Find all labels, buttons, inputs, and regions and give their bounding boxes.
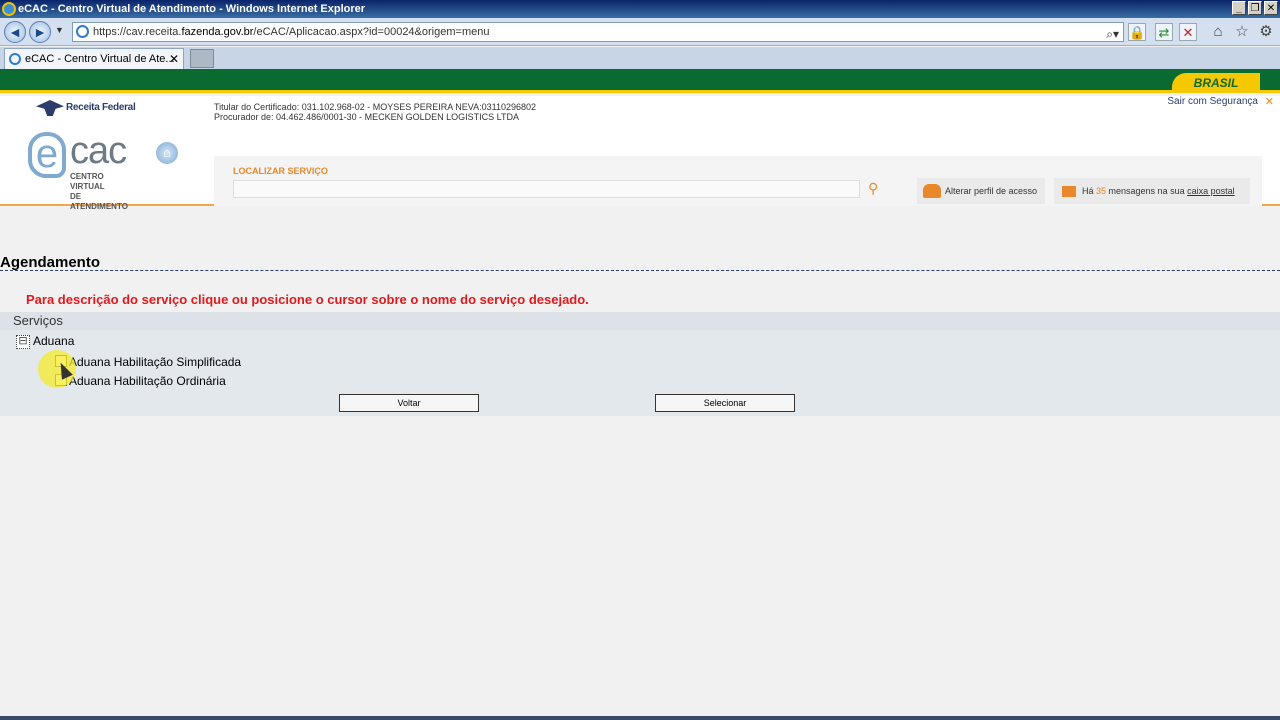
certificate-info: Titular do Certificado: 031.102.968-02 -…: [214, 102, 536, 122]
new-tab-button[interactable]: [190, 49, 214, 68]
receita-federal-logo[interactable]: Receita Federal: [36, 100, 136, 116]
service-item-ordinaria[interactable]: Aduana Habilitação Ordinária: [69, 374, 226, 388]
logout-close-icon[interactable]: ✕: [1265, 95, 1274, 108]
ecac-subtitle-line2: DE ATENDIMENTO: [70, 192, 128, 211]
ie-logo-icon: [2, 2, 16, 16]
home-icon[interactable]: ⌂: [156, 142, 178, 164]
site-header: Receita Federal e cac CENTRO VIRTUAL DE …: [0, 95, 1280, 211]
ecac-subtitle: CENTRO VIRTUAL DE ATENDIMENTO: [70, 172, 138, 212]
tree-collapse-toggle[interactable]: ⊟: [16, 335, 30, 349]
window-title-bar: eCAC - Centro Virtual de Atendimento - W…: [0, 0, 1280, 18]
window-title: eCAC - Centro Virtual de Atendimento - W…: [18, 3, 366, 15]
messages-count: 35: [1096, 186, 1107, 196]
address-bar[interactable]: https://cav.receita.fazenda.gov.br/eCAC/…: [72, 22, 1124, 42]
settings-gear-icon[interactable]: ⚙: [1257, 23, 1275, 41]
change-profile-button[interactable]: Alterar perfil de acesso: [917, 178, 1045, 204]
tree-node-aduana[interactable]: Aduana: [33, 334, 74, 348]
messages-text: mensagens na sua: [1106, 186, 1188, 196]
refresh-icon[interactable]: ⇄: [1155, 23, 1173, 41]
tab-title: eCAC - Centro Virtual de Ate...: [25, 53, 175, 65]
page-globe-icon: [76, 25, 89, 38]
address-search-icon[interactable]: ⌕▾: [1106, 25, 1119, 43]
lock-icon[interactable]: 🔒: [1128, 23, 1146, 41]
envelope-icon: [1062, 186, 1076, 197]
search-input[interactable]: [233, 180, 860, 198]
ecac-cac-text: cac: [70, 130, 127, 172]
back-button-voltar[interactable]: Voltar: [339, 394, 479, 412]
service-item-simplificada[interactable]: Aduana Habilitação Simplificada: [69, 355, 241, 369]
url-domain: fazenda.gov.br: [181, 26, 254, 38]
home-toolbar-icon[interactable]: ⌂: [1209, 23, 1227, 41]
receita-eagle-icon: [36, 100, 64, 116]
receita-label: Receita Federal: [66, 102, 136, 113]
ecac-e-mark: e: [28, 132, 66, 178]
back-button[interactable]: ◄: [4, 21, 26, 43]
page-title: Agendamento: [0, 254, 101, 271]
ecac-subtitle-line1: CENTRO VIRTUAL: [70, 172, 105, 191]
ecac-logo[interactable]: e cac CENTRO VIRTUAL DE ATENDIMENTO: [28, 130, 138, 211]
browser-tab[interactable]: eCAC - Centro Virtual de Ate... ✕: [4, 48, 184, 69]
brasil-badge[interactable]: BRASIL: [1172, 73, 1260, 93]
tab-globe-icon: [9, 53, 21, 65]
forward-button[interactable]: ►: [29, 21, 51, 43]
services-header: Serviços: [0, 312, 1280, 330]
favorites-star-icon[interactable]: ☆: [1233, 23, 1251, 41]
url-path: /eCAC/Aplicacao.aspx?id=00024&origem=men…: [253, 26, 490, 38]
history-dropdown-icon[interactable]: ▼: [55, 25, 64, 35]
window-bottom-border: [0, 716, 1280, 720]
gov-green-bar: BRASIL: [0, 69, 1280, 93]
maximize-button[interactable]: ❐: [1248, 1, 1262, 15]
people-icon: [923, 184, 941, 198]
logout-link[interactable]: Sair com Segurança: [1167, 96, 1258, 107]
procurador-info: Procurador de: 04.462.486/0001-30 - MECK…: [214, 112, 519, 122]
instruction-text: Para descrição do serviço clique ou posi…: [26, 292, 589, 307]
tab-close-icon[interactable]: ✕: [169, 49, 179, 69]
service-search-panel: LOCALIZAR SERVIÇO ⚲ Alterar perfil de ac…: [214, 156, 1262, 206]
close-window-button[interactable]: ✕: [1264, 1, 1278, 15]
services-panel: Serviços ⊟ Aduana Aduana Habilitação Sim…: [0, 312, 1280, 416]
search-icon[interactable]: ⚲: [868, 180, 884, 196]
minimize-button[interactable]: _: [1232, 1, 1246, 15]
url-prefix: https://cav.receita.: [93, 26, 182, 38]
stop-icon[interactable]: ✕: [1179, 23, 1197, 41]
certificate-holder: Titular do Certificado: 031.102.968-02 -…: [214, 102, 537, 112]
tab-bar: eCAC - Centro Virtual de Ate... ✕: [0, 47, 1280, 69]
change-profile-label: Alterar perfil de acesso: [945, 186, 1038, 196]
title-divider: [0, 270, 1280, 271]
search-label: LOCALIZAR SERVIÇO: [233, 166, 328, 176]
messages-prefix: Há: [1082, 186, 1097, 196]
navigation-bar: ◄ ► ▼ https://cav.receita.fazenda.gov.br…: [0, 18, 1280, 46]
messages-notice: Há 35 mensagens na sua caixa postal: [1054, 178, 1250, 204]
mailbox-link[interactable]: caixa postal: [1187, 186, 1235, 196]
select-button[interactable]: Selecionar: [655, 394, 795, 412]
